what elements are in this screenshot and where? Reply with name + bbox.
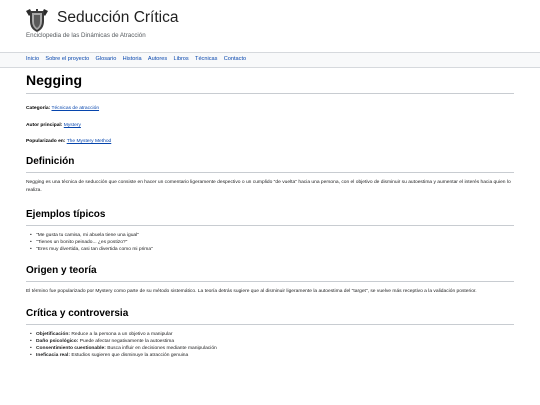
example-text: "Tienes un bonito peinado... ¿es postizo… [36,239,128,245]
site-tagline: Enciclopedia de las Dinámicas de Atracci… [26,32,146,39]
list-item: • "Me gusta tu camisa, mi abuela tiene un… [30,232,514,239]
nav-link-inicio[interactable]: Inicio [26,56,39,62]
meta-author: Autor principal: Mystery [26,123,514,129]
criticism-text: Estudios sugieren que disminuye la atrac… [71,353,189,359]
origin-text: El término fue popularizado por Mystery … [26,288,477,294]
list-item: • Daño psicológico: Puede afectar negativ… [30,338,514,345]
example-text: "Me gusta tu camisa, mi abuela tiene una… [36,232,139,238]
examples-list: • "Me gusta tu camisa, mi abuela tiene un… [26,232,514,253]
list-item: • "Eres muy divertida, casi tan divertida… [30,246,514,253]
site-title[interactable]: Seducción Crítica [57,9,178,27]
criticism-term: Consentimiento cuestionable: [36,346,106,352]
nav-link-sobre-el-proyecto[interactable]: Sobre el proyecto [45,56,89,62]
crest-logo-icon[interactable] [25,7,49,33]
section-heading-criticism: Crítica y controversia [26,308,514,326]
article-title: Negging [26,68,514,94]
main-navigation: Inicio Sobre el proyecto Glosario Histor… [0,52,540,68]
nav-link-libros[interactable]: Libros [173,56,188,62]
example-text: "Eres muy divertida, casi tan divertida … [36,246,153,252]
article-content: Negging Categoría: Técnicas de atracción… [26,68,514,359]
criticism-list: • Objetificación: Reduce a la persona a u… [26,331,514,359]
list-item: • "Tienes un bonito peinado... ¿es postiz… [30,239,514,246]
list-item: • Ineficacia real: Estudios sugieren que … [30,352,514,359]
criticism-text: Puede afectar negativamente la autoestim… [79,339,175,345]
site-header: Seducción Crítica Enciclopedia de las Di… [0,0,540,50]
nav-link-autores[interactable]: Autores [148,56,167,62]
nav-link-tecnicas[interactable]: Técnicas [195,56,217,62]
nav-link-historia[interactable]: Historia [123,56,142,62]
section-heading-examples: Ejemplos típicos [26,209,514,226]
meta-category-label: Categoría: [26,106,51,111]
criticism-term: Objetificación: [36,332,70,338]
section-heading-definition: Definición [26,156,514,173]
criticism-term: Ineficacia real: [36,353,70,359]
criticism-text: Reduce a la persona a un objetivo a mani… [71,332,173,338]
nav-link-contacto[interactable]: Contacto [224,56,246,62]
meta-popularized-label: Popularizado en: [26,139,66,144]
definition-text: Negging es una técnica de seducción que … [26,180,511,194]
meta-author-link[interactable]: Mystery [64,123,81,128]
list-item: • Objetificación: Reduce a la persona a u… [30,331,514,338]
list-item: • Consentimiento cuestionable: Busca infl… [30,345,514,352]
nav-link-glosario[interactable]: Glosario [96,56,117,62]
meta-category-link[interactable]: Técnicas de atracción [51,106,99,111]
section-heading-origin: Origen y teoría [26,265,514,282]
meta-category: Categoría: Técnicas de atracción [26,106,514,112]
meta-popularized-link[interactable]: The Mystery Method [67,139,112,144]
meta-popularized: Popularizado en: The Mystery Method [26,139,514,145]
meta-author-label: Autor principal: [26,123,63,128]
criticism-text: Busca influir en decisiones mediante man… [107,346,217,352]
criticism-term: Daño psicológico: [36,339,79,345]
